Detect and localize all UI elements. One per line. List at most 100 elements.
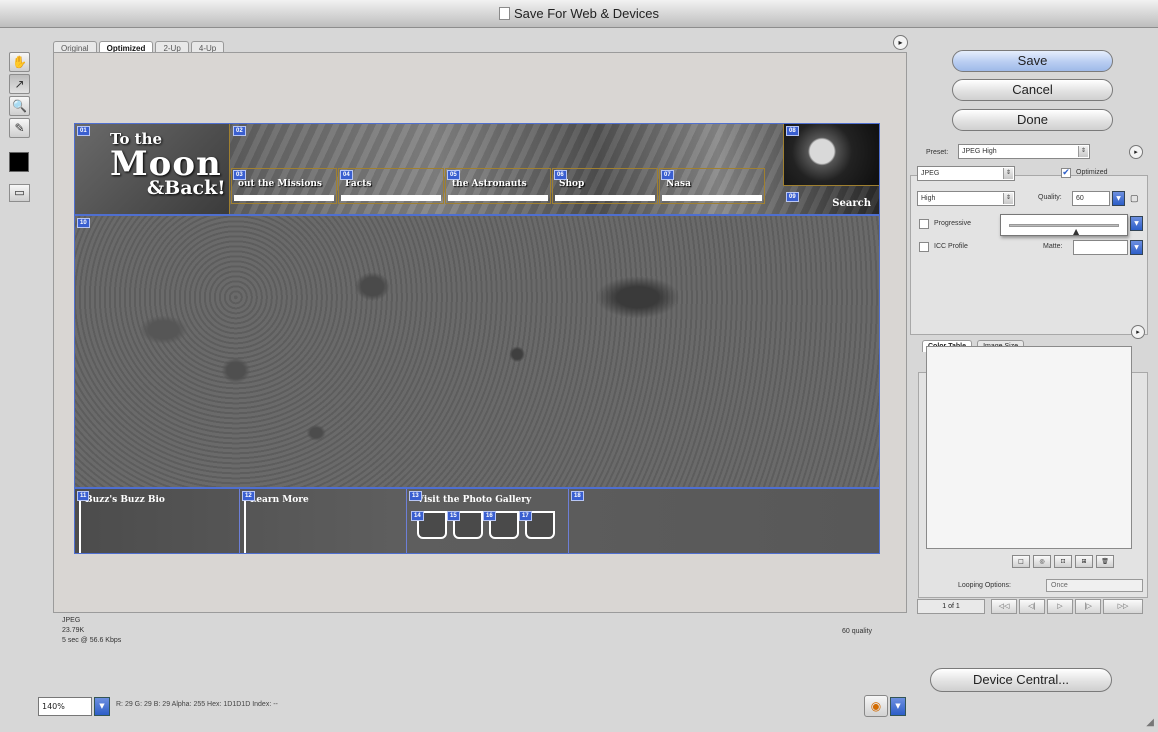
color-table-menu-button[interactable]: ▸	[1131, 325, 1145, 339]
nav-underline	[234, 195, 334, 201]
quality-label: Quality:	[1038, 194, 1062, 201]
hand-icon: ✋	[12, 55, 27, 69]
next-frame-button[interactable]: |▷	[1075, 599, 1101, 614]
first-frame-icon: ◁◁	[998, 602, 1010, 610]
save-button[interactable]: Save	[952, 50, 1113, 72]
slice-badge: 16	[483, 511, 496, 521]
optimization-info: JPEG 23.79K 5 sec @ 56.6 Kbps	[62, 616, 121, 646]
quality-slider-popup[interactable]: ▲	[1000, 214, 1128, 236]
nav-item-shop[interactable]: Shop	[552, 168, 658, 204]
footer-link-photo-gallery[interactable]: Visit the Photo Gallery 13 14 15 16 17	[407, 489, 569, 553]
icc-profile-label: ICC Profile	[934, 243, 968, 250]
eyedropper-color-swatch[interactable]	[9, 152, 29, 172]
slice-badge: 14	[411, 511, 424, 521]
footer-link-learn-more[interactable]: Learn More 12	[240, 489, 407, 553]
site-search-link[interactable]: Search	[832, 198, 871, 209]
optimized-label: Optimized	[1076, 169, 1108, 176]
toggle-slices-button[interactable]: ▭	[9, 184, 30, 202]
footer-divider	[79, 497, 81, 553]
cancel-button[interactable]: Cancel	[952, 79, 1113, 101]
zoom-dropdown-button[interactable]: ▼	[94, 697, 110, 716]
save-for-web-dialog: ✋ ↗ 🔍 ✎ ▭ Original Optimized 2-Up 4-Up ▸…	[0, 28, 1158, 732]
compression-value: High	[921, 195, 936, 202]
looping-options-select[interactable]: Once	[1046, 579, 1143, 592]
slices-icon: ▭	[14, 186, 25, 199]
slice-badge: 08	[786, 126, 799, 136]
slice-badge: 07	[661, 170, 674, 180]
last-frame-button[interactable]: ▷▷	[1103, 599, 1143, 614]
menu-arrow-icon: ▸	[1136, 328, 1140, 336]
matte-color-field[interactable]	[1073, 240, 1128, 255]
play-icon: ▷	[1057, 602, 1063, 610]
progressive-checkbox[interactable]	[919, 219, 929, 229]
window-title: Save For Web & Devices	[514, 6, 659, 21]
nav-item-astronauts[interactable]: the Astronauts	[445, 168, 551, 204]
slice-badge: 18	[571, 491, 584, 501]
zoom-level-field[interactable]: 140%	[38, 697, 92, 716]
done-button[interactable]: Done	[952, 109, 1113, 131]
preset-select[interactable]: JPEG High ⇕	[958, 144, 1090, 159]
site-footer-slice[interactable]: Buzz's Buzz Bio 11 Learn More 12 Visit t…	[74, 488, 880, 554]
footer-divider	[244, 497, 246, 553]
animation-frame-counter: 1 of 1	[917, 599, 985, 614]
quality-info: 60 quality	[842, 628, 872, 635]
nav-item-missions[interactable]: out the Missions	[231, 168, 337, 204]
quality-slider-track[interactable]	[1009, 224, 1119, 227]
nav-item-facts[interactable]: Facts	[338, 168, 444, 204]
window-title-bar: Save For Web & Devices	[0, 0, 1158, 28]
quality-slider-button[interactable]: ▼	[1112, 191, 1125, 206]
first-frame-button[interactable]: ◁◁	[991, 599, 1017, 614]
updown-arrow-icon: ⇕	[1078, 146, 1088, 157]
logo-line-3: &Back!	[147, 177, 226, 199]
footer-link-buzz-bio[interactable]: Buzz's Buzz Bio 11	[75, 489, 240, 553]
file-format-select[interactable]: JPEG ⇕	[917, 166, 1015, 181]
device-central-button[interactable]: Device Central...	[930, 668, 1112, 692]
blur-menu-button[interactable]: ▼	[1130, 216, 1143, 231]
updown-arrow-icon: ⇕	[1003, 193, 1013, 204]
document-icon	[499, 7, 510, 20]
nav-underline	[341, 195, 441, 201]
web-icon: ◎	[1039, 558, 1045, 565]
preview-canvas[interactable]: To the Moon &Back! out the Missions Fact…	[53, 52, 907, 613]
trash-icon: 🗑	[1101, 558, 1109, 565]
play-button[interactable]: ▷	[1047, 599, 1073, 614]
nav-label: Nasa	[666, 179, 691, 189]
site-logo: To the Moon &Back!	[75, 124, 230, 214]
lock-color-button[interactable]: ⊡	[1054, 555, 1072, 568]
zoom-tool[interactable]: 🔍	[9, 96, 30, 116]
footer-label: Buzz's Buzz Bio	[85, 495, 165, 505]
browser-icon: ◉	[870, 699, 882, 713]
preview-in-browser-button[interactable]: ◉	[864, 695, 888, 717]
delete-color-button[interactable]: 🗑	[1096, 555, 1114, 568]
web-shift-button[interactable]: ◎	[1033, 555, 1051, 568]
slider-thumb-icon[interactable]: ▲	[1073, 227, 1079, 236]
new-color-button[interactable]: ⊞	[1075, 555, 1093, 568]
color-table-swatches[interactable]	[926, 346, 1132, 549]
blur-icon[interactable]: ▢	[1130, 193, 1139, 204]
compression-quality-select[interactable]: High ⇕	[917, 191, 1015, 206]
add-color-icon: ⊞	[1081, 558, 1087, 565]
optimize-menu-button[interactable]: ▸	[1129, 145, 1143, 159]
icc-profile-checkbox[interactable]	[919, 242, 929, 252]
slice-badge: 01	[77, 126, 90, 136]
nav-item-nasa[interactable]: Nasa	[659, 168, 765, 204]
footer-label: Learn More	[250, 495, 309, 505]
quality-field[interactable]: 60	[1072, 191, 1110, 206]
chevron-down-icon: ▼	[1116, 195, 1121, 202]
lock-icon: ⊡	[1060, 558, 1066, 565]
site-header-slice[interactable]: To the Moon &Back! out the Missions Fact…	[74, 123, 880, 215]
optimized-checkbox[interactable]: ✔	[1061, 168, 1071, 178]
eyedropper-tool[interactable]: ✎	[9, 118, 30, 138]
matte-menu-button[interactable]: ▼	[1130, 240, 1143, 255]
resize-grip-icon[interactable]: ◢	[1146, 717, 1154, 728]
canvas-options-menu-button[interactable]: ▸	[893, 35, 908, 50]
slice-badge: 09	[786, 192, 799, 202]
nav-underline	[448, 195, 548, 201]
map-transparency-button[interactable]: □	[1012, 555, 1030, 568]
moon-surface-slice[interactable]: 10	[74, 215, 880, 488]
browser-menu-button[interactable]: ▼	[890, 697, 906, 716]
slice-select-tool[interactable]: ↗	[9, 74, 30, 94]
slice-badge: 05	[447, 170, 460, 180]
previous-frame-button[interactable]: ◁|	[1019, 599, 1045, 614]
hand-tool[interactable]: ✋	[9, 52, 30, 72]
